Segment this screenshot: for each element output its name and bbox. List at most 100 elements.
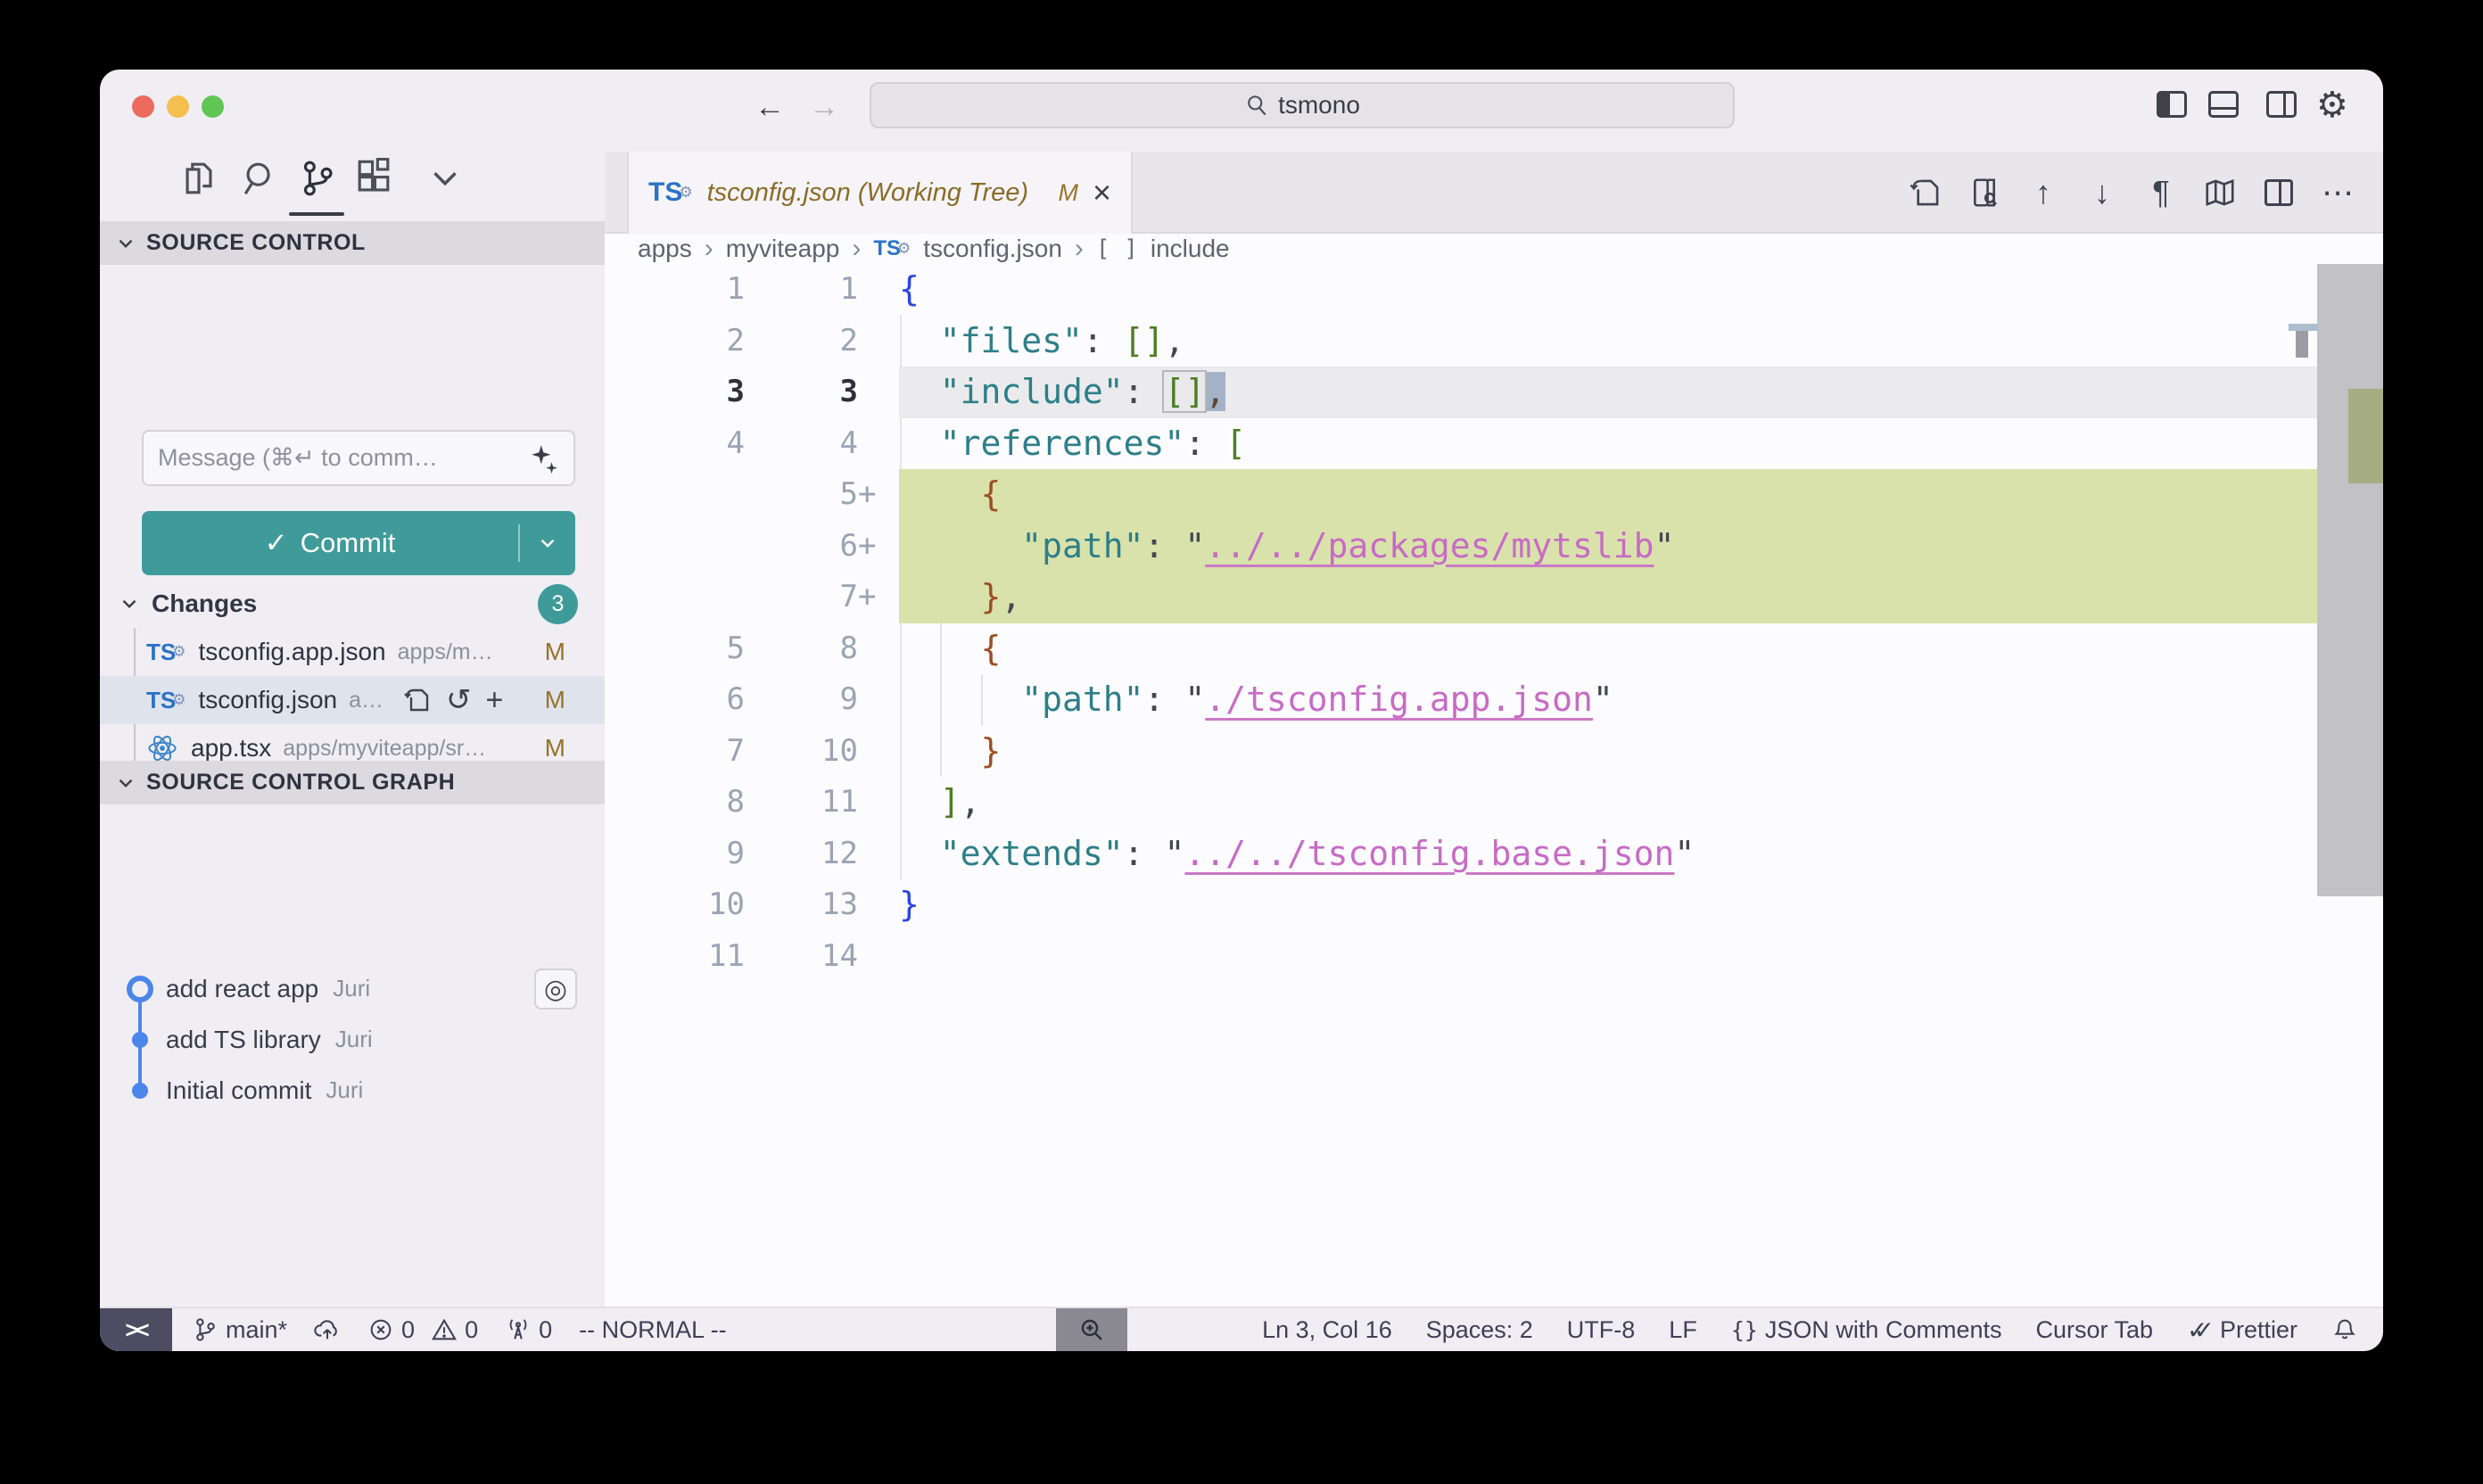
added-line-plus: + <box>858 521 876 573</box>
close-traffic-light[interactable] <box>132 95 154 118</box>
braces-icon: {} <box>1731 1317 1758 1343</box>
language-mode-item[interactable]: {} JSON with Comments <box>1731 1316 2002 1344</box>
warning-icon <box>431 1316 458 1343</box>
encoding-item[interactable]: UTF-8 <box>1567 1316 1636 1344</box>
minimap-text-marker <box>2289 324 2319 331</box>
notifications-bell-item[interactable] <box>2331 1316 2358 1343</box>
remote-indicator-button[interactable]: >< <box>100 1308 172 1351</box>
modified-line-number: 2 <box>747 316 858 367</box>
code-line: "path": "../../packages/mytslib" <box>899 521 1674 573</box>
breadcrumb-tsconfig[interactable]: tsconfig.json <box>923 235 1062 263</box>
zoom-status-button[interactable] <box>1056 1308 1127 1351</box>
maximize-traffic-light[interactable] <box>202 95 224 118</box>
source-control-section-header[interactable]: SOURCE CONTROL <box>100 221 605 265</box>
array-symbol-icon: [ ] <box>1096 235 1138 262</box>
split-editor-button[interactable] <box>2260 174 2297 211</box>
problems-status-item[interactable]: 0 0 <box>367 1316 478 1344</box>
source-control-icon[interactable] <box>297 158 338 199</box>
changed-file-row[interactable]: TS⚙tsconfig.jsona…↺+M <box>100 676 605 724</box>
double-check-icon: ✓✓ <box>2187 1315 2200 1345</box>
vim-mode-indicator[interactable]: -- NORMAL -- <box>579 1316 726 1344</box>
cursor-tab-item[interactable]: Cursor Tab <box>2035 1316 2153 1344</box>
modified-line-number: 8 <box>747 623 858 675</box>
breadcrumb-apps[interactable]: apps <box>638 235 692 263</box>
source-control-title: SOURCE CONTROL <box>146 230 366 256</box>
open-changes-button[interactable] <box>1907 174 1944 211</box>
sync-status-item[interactable] <box>314 1316 341 1343</box>
code-line: } <box>899 879 920 931</box>
vertical-scrollbar-thumb[interactable] <box>2317 264 2383 896</box>
whitespace-toggle-button[interactable]: ¶ <box>2142 174 2180 211</box>
commit-dropdown-button[interactable] <box>520 532 575 555</box>
commit-row[interactable]: Initial commitJuri <box>100 1065 605 1116</box>
warning-count: 0 <box>465 1316 478 1344</box>
original-line-number: 10 <box>605 879 745 931</box>
commit-message: add TS library <box>166 1026 321 1054</box>
code-line: { <box>899 623 1001 675</box>
indentation-item[interactable]: Spaces: 2 <box>1426 1316 1533 1344</box>
breadcrumb-separator: › <box>705 234 714 264</box>
toggle-secondary-sidebar-button[interactable] <box>2266 91 2297 118</box>
more-views-chevron-icon[interactable] <box>425 158 466 199</box>
minimap-text-marker <box>2296 331 2308 358</box>
commit-row[interactable]: add TS libraryJuri <box>100 1014 605 1065</box>
open-file-icon[interactable] <box>403 686 432 714</box>
original-line-number <box>605 521 745 573</box>
original-line-number: 11 <box>605 931 745 983</box>
breadcrumb-separator: › <box>1075 234 1084 264</box>
ports-status-item[interactable]: 0 <box>505 1316 552 1344</box>
source-control-graph-header[interactable]: SOURCE CONTROL GRAPH <box>100 761 605 804</box>
extensions-icon[interactable] <box>353 158 394 199</box>
map-view-icon[interactable] <box>2201 174 2239 211</box>
commit-message-input[interactable]: Message (⌘↵ to comm… <box>142 430 575 486</box>
breadcrumb: apps › myviteapp › TS⚙ tsconfig.json › [… <box>605 234 2383 264</box>
minimize-traffic-light[interactable] <box>167 95 189 118</box>
code-line: "files": [], <box>899 316 1184 367</box>
explorer-icon[interactable] <box>178 158 219 199</box>
eol-item[interactable]: LF <box>1669 1316 1697 1344</box>
editor-tab-bar: TS⚙ tsconfig.json (Working Tree) M × ↑ ↓… <box>605 152 2383 234</box>
diff-editor[interactable]: 11{22 "files": [],33 "include": [],44 "r… <box>605 264 2383 1307</box>
stage-changes-icon[interactable]: + <box>486 686 504 714</box>
search-icon <box>1244 93 1269 118</box>
cursor-position-item[interactable]: Ln 3, Col 16 <box>1262 1316 1392 1344</box>
toggle-primary-sidebar-button[interactable] <box>2157 91 2187 118</box>
commit-author: Juri <box>333 975 370 1002</box>
discard-changes-icon[interactable]: ↺ <box>446 686 472 714</box>
commit-dot-icon <box>132 1083 148 1099</box>
original-line-number: 3 <box>605 367 745 418</box>
changed-file-row[interactable]: TS⚙tsconfig.app.jsonapps/m…M <box>100 628 605 676</box>
checkout-target-button[interactable]: ◎ <box>534 969 577 1010</box>
commit-button[interactable]: ✓ Commit <box>142 511 575 575</box>
next-change-button[interactable]: ↓ <box>2083 174 2121 211</box>
modified-line-number: 7+ <box>747 572 858 623</box>
changes-section-row[interactable]: Changes 3 <box>100 580 605 628</box>
branch-status-item[interactable]: main* <box>192 1316 287 1344</box>
settings-gear-icon[interactable]: ⚙ <box>2316 86 2348 125</box>
broadcast-tower-icon <box>505 1316 532 1343</box>
inline-view-toggle-button[interactable] <box>1966 174 2003 211</box>
commit-row[interactable]: add react appJuri◎ <box>100 963 605 1014</box>
breadcrumb-include[interactable]: include <box>1151 235 1230 263</box>
file-actions: ↺+ <box>403 686 503 714</box>
more-actions-button[interactable]: ⋯ <box>2319 174 2356 211</box>
magnifier-plus-icon <box>1077 1315 1106 1344</box>
search-icon[interactable] <box>239 158 280 199</box>
formatter-item[interactable]: ✓✓ Prettier <box>2187 1315 2297 1345</box>
typescript-config-file-icon: TS⚙ <box>146 688 186 712</box>
close-icon[interactable]: × <box>1093 177 1111 209</box>
command-search-box[interactable]: tsmono <box>870 82 1735 128</box>
toggle-panel-button[interactable] <box>2208 91 2239 118</box>
code-line: } <box>899 726 1001 778</box>
original-line-number: 5 <box>605 623 745 675</box>
tab-tsconfig-working-tree[interactable]: TS⚙ tsconfig.json (Working Tree) M × <box>627 152 1133 234</box>
chevron-down-icon <box>118 592 141 615</box>
chevron-down-icon <box>114 771 137 795</box>
forward-arrow-button[interactable]: → <box>808 91 840 123</box>
back-arrow-button[interactable]: ← <box>754 91 786 123</box>
modified-line-number: 9 <box>747 674 858 726</box>
breadcrumb-myviteapp[interactable]: myviteapp <box>726 235 840 263</box>
sparkle-ai-icon[interactable] <box>529 443 559 474</box>
previous-change-button[interactable]: ↑ <box>2025 174 2062 211</box>
chevron-down-icon <box>114 232 137 255</box>
